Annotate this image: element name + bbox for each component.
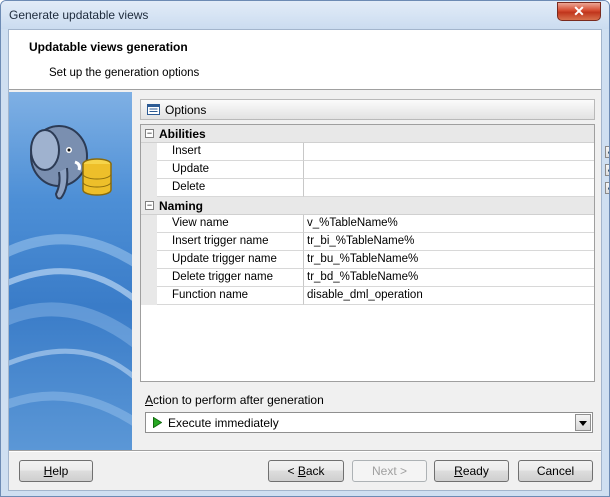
row-gutter xyxy=(141,233,157,251)
property-name: Delete trigger name xyxy=(157,269,304,287)
property-row-delete-trigger[interactable]: Delete trigger name tr_bd_%TableName% xyxy=(141,269,594,287)
help-label: elp xyxy=(52,464,69,478)
property-row-insert[interactable]: Insert ✓ xyxy=(141,143,609,161)
property-name: Insert xyxy=(157,143,304,161)
dropdown-arrow-icon[interactable] xyxy=(575,414,591,431)
wizard-header: Updatable views generation Set up the ge… xyxy=(9,30,601,90)
ready-button[interactable]: Ready xyxy=(434,460,509,482)
back-mnemonic: B xyxy=(297,464,306,478)
options-list-icon xyxy=(147,104,160,115)
back-button[interactable]: < Back xyxy=(268,460,344,482)
options-panel-header: Options xyxy=(140,99,595,120)
property-name: Delete xyxy=(157,179,304,197)
row-gutter xyxy=(141,215,157,233)
property-row-function-name[interactable]: Function name disable_dml_operation xyxy=(141,287,594,305)
page-title: Updatable views generation xyxy=(29,40,188,54)
property-name: Update trigger name xyxy=(157,251,304,269)
ready-label: eady xyxy=(462,464,489,478)
row-gutter xyxy=(141,179,157,197)
property-row-view-name[interactable]: View name v_%TableName% xyxy=(141,215,594,233)
property-name: Update xyxy=(157,161,304,179)
back-prefix: < xyxy=(287,464,298,478)
property-row-update-trigger[interactable]: Update trigger name tr_bu_%TableName% xyxy=(141,251,594,269)
ready-mnemonic: R xyxy=(454,464,463,478)
row-gutter xyxy=(141,143,157,161)
row-gutter xyxy=(141,251,157,269)
play-icon xyxy=(153,417,162,428)
property-row-insert-trigger[interactable]: Insert trigger name tr_bi_%TableName% xyxy=(141,233,594,251)
dialog-client-area: Updatable views generation Set up the ge… xyxy=(8,29,609,491)
function-name-field[interactable]: disable_dml_operation xyxy=(304,287,594,305)
page-subtitle: Set up the generation options xyxy=(49,67,200,79)
delete-checkbox[interactable]: ✓ xyxy=(605,182,609,194)
help-button[interactable]: Help xyxy=(19,460,93,482)
delete-trigger-name-field[interactable]: tr_bd_%TableName% xyxy=(304,269,594,287)
action-label: Action to perform after generation xyxy=(145,393,324,407)
window-title: Generate updatable views xyxy=(9,8,149,22)
collapse-toggle-icon[interactable]: − xyxy=(145,201,154,210)
property-row-delete[interactable]: Delete ✓ xyxy=(141,179,609,197)
category-abilities[interactable]: − Abilities xyxy=(141,125,594,143)
postgresql-elephant-database-icon xyxy=(30,125,112,200)
next-button[interactable]: Next > xyxy=(352,460,427,482)
title-bar[interactable]: Generate updatable views ✕ xyxy=(1,1,609,29)
insert-trigger-name-field[interactable]: tr_bi_%TableName% xyxy=(304,233,594,251)
dialog-window: Generate updatable views ✕ Updatable vie… xyxy=(0,0,610,497)
row-gutter xyxy=(141,287,157,305)
update-checkbox[interactable]: ✓ xyxy=(605,164,609,176)
action-label-text: ction to perform after generation xyxy=(153,393,324,407)
property-name: Function name xyxy=(157,287,304,305)
property-name: Insert trigger name xyxy=(157,233,304,251)
row-gutter xyxy=(141,161,157,179)
row-gutter xyxy=(141,269,157,287)
category-label: Abilities xyxy=(159,127,206,141)
category-naming[interactable]: − Naming xyxy=(141,197,594,215)
action-select-value: Execute immediately xyxy=(168,416,279,430)
property-row-update[interactable]: Update ✓ xyxy=(141,161,609,179)
cancel-button[interactable]: Cancel xyxy=(518,460,593,482)
collapse-toggle-icon[interactable]: − xyxy=(145,129,154,138)
property-value[interactable]: ✓ xyxy=(304,161,609,179)
category-label: Naming xyxy=(159,199,204,213)
property-value[interactable]: ✓ xyxy=(304,143,609,161)
footer-divider xyxy=(9,450,601,452)
update-trigger-name-field[interactable]: tr_bu_%TableName% xyxy=(304,251,594,269)
property-name: View name xyxy=(157,215,304,233)
close-button[interactable]: ✕ xyxy=(557,2,601,21)
property-grid: − Abilities Insert ✓ Update ✓ Delete xyxy=(140,124,609,382)
options-label: Options xyxy=(165,103,207,117)
back-label: ack xyxy=(305,464,325,478)
action-select[interactable]: Execute immediately xyxy=(145,412,593,433)
wizard-side-banner xyxy=(9,92,132,450)
insert-checkbox[interactable]: ✓ xyxy=(605,146,609,158)
action-label-mnemonic: A xyxy=(145,393,154,407)
view-name-field[interactable]: v_%TableName% xyxy=(304,215,594,233)
property-value[interactable]: ✓ xyxy=(304,179,609,197)
